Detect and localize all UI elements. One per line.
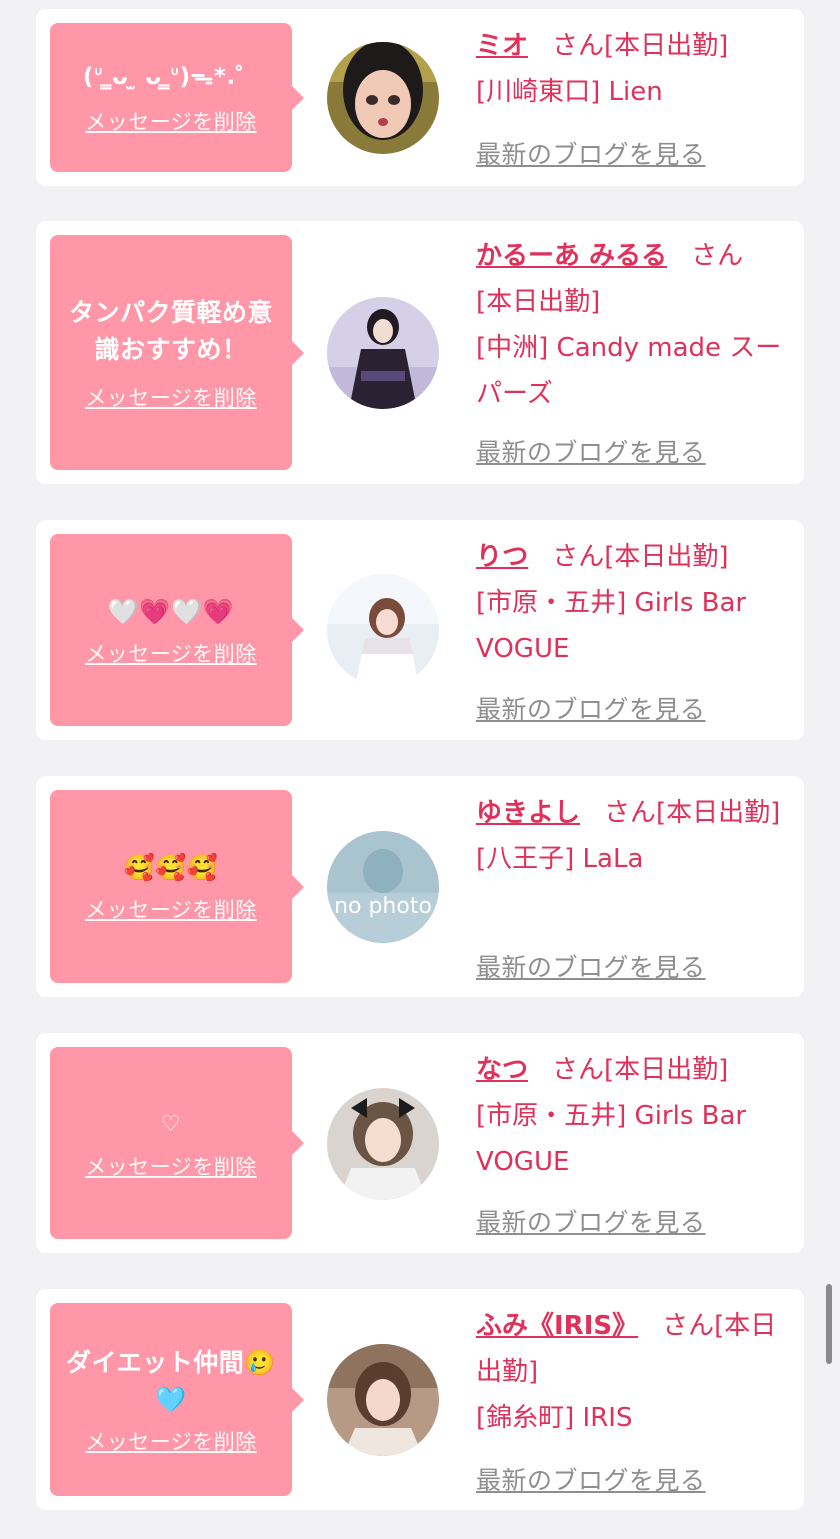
shop-name: [八王子] LaLa	[476, 844, 644, 874]
shop-name: [市原・五井] Girls Bar VOGUE	[476, 588, 747, 664]
no-photo-label: no photo	[334, 894, 432, 919]
message-text: タンパク質軽め意識おすすめ！	[68, 297, 273, 364]
work-status: [本日出勤]	[604, 31, 729, 61]
scrollbar[interactable]	[826, 1284, 832, 1364]
latest-blog-link[interactable]: 最新のブログを見る	[476, 690, 706, 726]
avatar[interactable]: no photo	[327, 831, 439, 943]
shop-name: [中洲] Candy made スーパーズ	[476, 333, 782, 409]
list-item: タンパク質軽め意識おすすめ！ メッセージを削除 かるーあ みるる さん [本日出勤…	[36, 221, 804, 484]
message-bubble: 🤍💗🤍💗 メッセージを削除	[50, 534, 304, 726]
honorific: さん	[604, 798, 657, 828]
delete-message-link[interactable]: メッセージを削除	[85, 1151, 257, 1181]
delete-message-link[interactable]: メッセージを削除	[85, 1426, 257, 1456]
delete-message-link[interactable]: メッセージを削除	[85, 106, 257, 136]
cast-info: なつ さん[本日出勤] [市原・五井] Girls Bar VOGUE	[476, 1047, 792, 1185]
message-text: 🥰🥰🥰	[123, 853, 219, 882]
work-status: [本日出勤]	[656, 798, 781, 828]
cast-name-link[interactable]: かるーあ みるる	[476, 241, 667, 271]
latest-blog-link[interactable]: 最新のブログを見る	[476, 1203, 706, 1239]
list-item: (ᐡ ̳ᴗ ̫ ᴗ ̳ᐡ)ᯓ*.゜ メッセージを削除 ミオ さん[本日出勤] [川…	[36, 9, 804, 186]
cast-name-link[interactable]: ミオ	[476, 31, 528, 61]
message-text: (ᐡ ̳ᴗ ̫ ᴗ ̳ᐡ)ᯓ*.゜	[82, 64, 260, 90]
delete-message-link[interactable]: メッセージを削除	[85, 382, 257, 412]
shop-name: [錦糸町] IRIS	[476, 1403, 633, 1433]
cast-info: ふみ《IRIS》 さん[本日出勤] [錦糸町] IRIS	[476, 1303, 792, 1441]
cast-info: ゆきよし さん[本日出勤] [八王子] LaLa	[476, 790, 792, 882]
message-text: ダイエット仲間🥲🩵	[66, 1347, 276, 1414]
cast-info: ミオ さん[本日出勤] [川崎東口] Lien	[476, 23, 792, 115]
honorific: さん	[662, 1311, 715, 1341]
cast-name-link[interactable]: ゆきよし	[476, 798, 580, 828]
list-item: ♡ メッセージを削除 なつ さん[本日出勤] [市原・五井] Girls Bar …	[36, 1033, 804, 1253]
cast-name-link[interactable]: ふみ《IRIS》	[476, 1311, 638, 1341]
cast-name-link[interactable]: なつ	[476, 1055, 528, 1085]
latest-blog-link[interactable]: 最新のブログを見る	[476, 1461, 706, 1497]
latest-blog-link[interactable]: 最新のブログを見る	[476, 135, 706, 171]
honorific: さん	[691, 241, 744, 271]
avatar[interactable]	[327, 42, 439, 154]
delete-message-link[interactable]: メッセージを削除	[85, 894, 257, 924]
honorific: さん	[552, 1055, 605, 1085]
list-item: 🤍💗🤍💗 メッセージを削除 りつ さん[本日出勤] [市原・五井] Girls B…	[36, 520, 804, 740]
shop-name: [市原・五井] Girls Bar VOGUE	[476, 1101, 747, 1177]
avatar[interactable]	[327, 1088, 439, 1200]
cast-info: かるーあ みるる さん [本日出勤] [中洲] Candy made スーパーズ	[476, 233, 792, 417]
message-text: ♡	[160, 1111, 182, 1137]
shop-name: [川崎東口] Lien	[476, 77, 663, 107]
cast-name-link[interactable]: りつ	[476, 542, 528, 572]
avatar[interactable]	[327, 297, 439, 409]
list-item: ダイエット仲間🥲🩵 メッセージを削除 ふみ《IRIS》 さん[本日出勤] [錦糸町…	[36, 1289, 804, 1510]
avatar[interactable]	[327, 1344, 439, 1456]
work-status: [本日出勤]	[604, 542, 729, 572]
message-bubble: (ᐡ ̳ᴗ ̫ ᴗ ̳ᐡ)ᯓ*.゜ メッセージを削除	[50, 23, 304, 172]
latest-blog-link[interactable]: 最新のブログを見る	[476, 948, 706, 984]
delete-message-link[interactable]: メッセージを削除	[85, 638, 257, 668]
message-bubble: タンパク質軽め意識おすすめ！ メッセージを削除	[50, 235, 304, 470]
list-item: 🥰🥰🥰 メッセージを削除 no photo ゆきよし さん[本日出勤] [八王子]…	[36, 776, 804, 997]
cast-info: りつ さん[本日出勤] [市原・五井] Girls Bar VOGUE	[476, 534, 792, 672]
message-text: 🤍💗🤍💗	[107, 596, 235, 626]
message-bubble: ♡ メッセージを削除	[50, 1047, 304, 1239]
work-status: [本日出勤]	[604, 1055, 729, 1085]
message-bubble: ダイエット仲間🥲🩵 メッセージを削除	[50, 1303, 304, 1496]
honorific: さん	[552, 542, 605, 572]
honorific: さん	[552, 31, 605, 61]
latest-blog-link[interactable]: 最新のブログを見る	[476, 433, 706, 469]
message-bubble: 🥰🥰🥰 メッセージを削除	[50, 790, 304, 983]
avatar[interactable]	[327, 574, 439, 686]
work-status: [本日出勤]	[476, 287, 601, 317]
